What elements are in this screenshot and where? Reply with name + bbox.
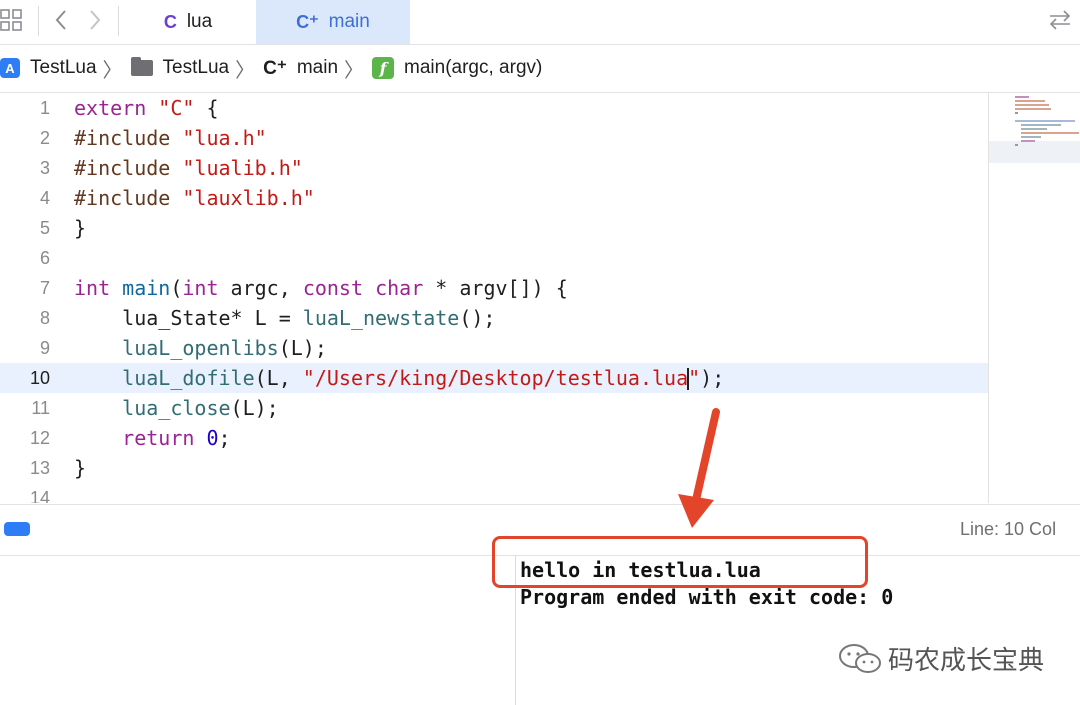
watermark-text: 码农成长宝典 xyxy=(888,646,1045,676)
wechat-icon xyxy=(839,643,881,673)
watermark: 码农成长宝典 xyxy=(838,640,1044,677)
annotation-arrow-icon xyxy=(678,408,720,528)
